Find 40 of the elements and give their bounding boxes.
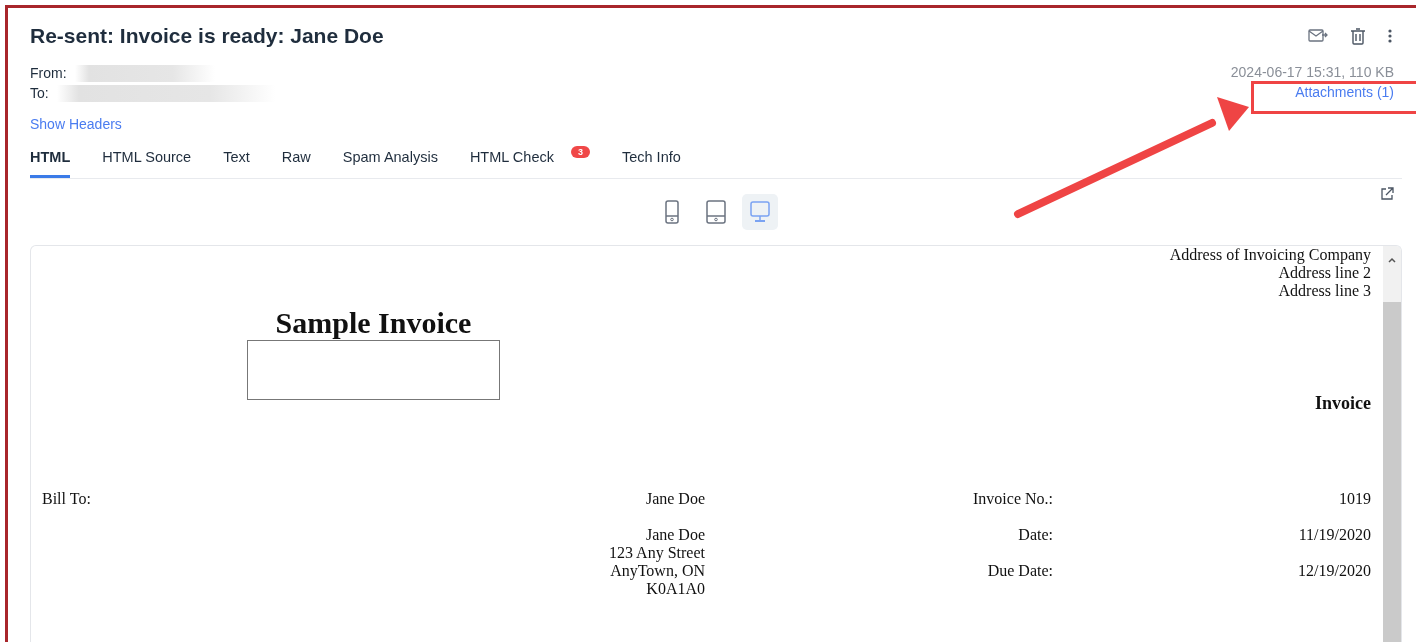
field-value: 1019 — [1338, 490, 1371, 508]
field-label: Due Date: — [987, 562, 1053, 580]
company-address-line: Address line 2 — [1278, 264, 1371, 282]
company-address-line: Address of Invoicing Company — [1169, 246, 1371, 264]
trash-icon[interactable] — [1350, 27, 1366, 45]
email-subject: Re-sent: Invoice is ready: Jane Doe — [30, 24, 384, 48]
invoice-heading: Invoice — [1315, 393, 1371, 413]
view-tab[interactable]: Raw — [281, 142, 311, 178]
view-tab[interactable]: Tech Info — [621, 142, 681, 178]
view-tab[interactable]: Spam Analysis — [342, 142, 438, 178]
bill-to-name: Jane Doe — [644, 490, 705, 508]
bill-to-label: Bill To: — [42, 490, 92, 508]
to-label: To: — [30, 85, 49, 101]
scrollbar[interactable] — [1383, 246, 1401, 642]
view-tab[interactable]: HTML — [30, 142, 71, 178]
field-value: 11/19/2020 — [1298, 526, 1371, 544]
address-line: 123 Any Street — [609, 544, 705, 562]
field-label: Date: — [1018, 526, 1053, 544]
count-badge: 3 — [570, 146, 590, 158]
view-tab[interactable]: HTML Check 3 — [469, 142, 590, 178]
from-label: From: — [30, 65, 67, 81]
company-address-line: Address line 3 — [1278, 282, 1371, 300]
view-tab[interactable]: Text — [223, 142, 250, 178]
address-line: AnyTown, ON — [610, 562, 705, 580]
more-options-icon[interactable] — [1388, 29, 1392, 43]
phone-icon — [665, 200, 679, 224]
tablet-icon — [706, 200, 726, 224]
date-size-text: 2024-06-17 15:31, 110 KB — [1230, 64, 1394, 82]
external-link-icon[interactable] — [1380, 187, 1394, 201]
attachments-link[interactable]: Attachments (1) — [1295, 84, 1394, 102]
show-headers-link[interactable]: Show Headers — [30, 116, 122, 132]
invoice-title: Sample Invoice — [275, 306, 472, 340]
address-line: K0A1A0 — [646, 580, 705, 598]
field-label: Invoice No.: — [972, 490, 1053, 508]
monitor-icon — [750, 201, 770, 223]
address-line: Jane Doe — [645, 526, 705, 544]
view-tab[interactable]: HTML Source — [102, 142, 192, 178]
forward-mail-icon[interactable] — [1308, 29, 1328, 43]
scroll-up-icon[interactable] — [1387, 256, 1397, 264]
field-value: 12/19/2020 — [1298, 562, 1371, 580]
